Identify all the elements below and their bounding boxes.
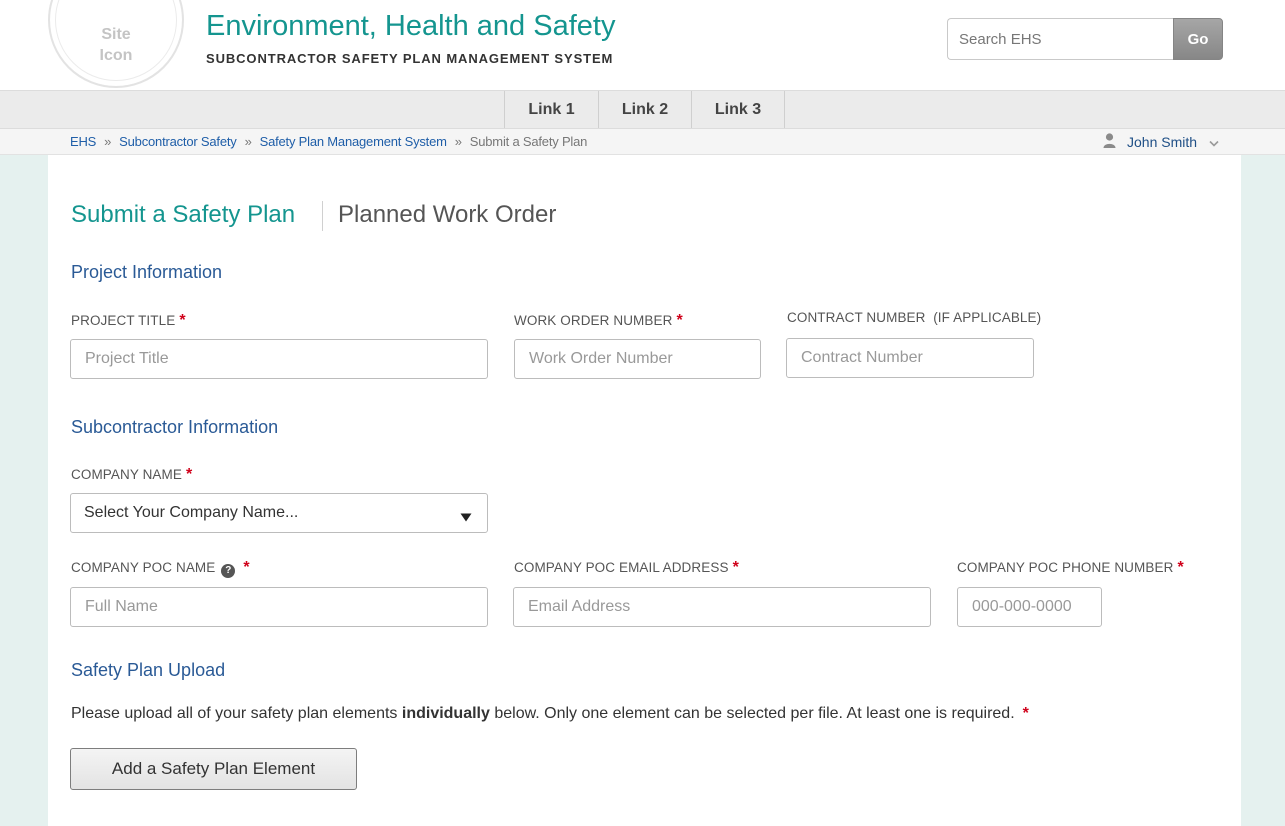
help-icon[interactable]: ? <box>221 564 236 578</box>
contract-number-label: CONTRACT NUMBER (IF APPLICABLE) <box>787 310 1042 325</box>
poc-phone-input[interactable] <box>957 587 1102 627</box>
breadcrumb-bar: EHS » Subcontractor Safety » Safety Plan Man… <box>0 129 1285 155</box>
upload-instructions: Please upload all of your safety plan el… <box>71 705 1029 723</box>
search-input[interactable] <box>947 18 1175 60</box>
app-title: Environment, Health and Safety <box>206 10 616 42</box>
nav-link-2[interactable]: Link 2 <box>598 91 691 128</box>
title-divider <box>322 201 323 231</box>
poc-phone-label: COMPANY POC PHONE NUMBER * <box>957 559 1184 577</box>
required-marker: * <box>185 466 193 483</box>
required-marker: * <box>676 312 683 329</box>
top-nav: Link 1 Link 2 Link 3 <box>0 90 1285 129</box>
instructions-text: Please upload all of your safety plan el… <box>71 705 402 722</box>
company-name-label: COMPANY NAME * <box>71 466 192 484</box>
content-panel <box>48 155 1241 826</box>
page-title: Submit a Safety Plan <box>71 201 296 228</box>
poc-email-label-text: COMPANY POC EMAIL ADDRESS <box>514 560 729 575</box>
company-name-label-text: COMPANY NAME <box>71 467 182 482</box>
breadcrumb-separator: » <box>244 134 252 149</box>
user-menu[interactable]: John Smith <box>1103 133 1219 151</box>
instructions-text-end: below. Only one element can be selected … <box>489 705 1015 722</box>
project-title-label: PROJECT TITLE * <box>71 312 186 330</box>
app-subtitle: SUBCONTRACTOR SAFETY PLAN MANAGEMENT SYS… <box>206 51 614 66</box>
poc-name-label: COMPANY POC NAME? * <box>71 559 250 578</box>
site-logo[interactable]: Site Icon <box>48 0 184 88</box>
nav-links: Link 1 Link 2 Link 3 <box>504 91 785 128</box>
work-order-input[interactable] <box>514 339 761 379</box>
breadcrumb-safety-plan-system[interactable]: Safety Plan Management System <box>260 134 447 149</box>
work-order-label: WORK ORDER NUMBER * <box>514 312 683 330</box>
page-subtitle: Planned Work Order <box>338 201 557 228</box>
search-go-button[interactable]: Go <box>1173 18 1223 60</box>
instructions-emphasis: individually <box>401 705 490 722</box>
breadcrumb-current: Submit a Safety Plan <box>469 134 588 149</box>
required-marker: * <box>243 559 250 576</box>
user-name: John Smith <box>1127 134 1198 150</box>
section-heading-subcontractor: Subcontractor Information <box>71 417 279 437</box>
company-name-select[interactable]: Select Your Company Name... <box>70 493 488 533</box>
contract-number-input[interactable] <box>786 338 1034 378</box>
required-marker: * <box>732 559 739 576</box>
breadcrumb-separator: » <box>454 134 462 149</box>
site-header: Site Icon Environment, Health and Safety… <box>0 0 1285 90</box>
poc-email-input[interactable] <box>513 587 931 627</box>
caret-down-icon <box>460 509 472 527</box>
nav-link-3[interactable]: Link 3 <box>691 91 785 128</box>
breadcrumb-separator: » <box>104 134 112 149</box>
user-icon <box>1103 133 1116 151</box>
required-marker: * <box>1177 559 1184 576</box>
poc-email-label: COMPANY POC EMAIL ADDRESS * <box>514 559 739 577</box>
breadcrumb-subcontractor-safety[interactable]: Subcontractor Safety <box>119 134 237 149</box>
breadcrumb: EHS » Subcontractor Safety » Safety Plan Man… <box>70 134 587 149</box>
poc-name-input[interactable] <box>70 587 488 627</box>
breadcrumb-ehs[interactable]: EHS <box>70 134 96 149</box>
site-icon-text: Site Icon <box>99 26 133 64</box>
chevron-down-icon <box>1209 134 1219 150</box>
company-name-selected-value: Select Your Company Name... <box>84 504 299 521</box>
nav-link-1[interactable]: Link 1 <box>504 91 598 128</box>
section-heading-upload: Safety Plan Upload <box>71 660 226 680</box>
add-safety-plan-element-button[interactable]: Add a Safety Plan Element <box>70 748 357 790</box>
work-order-label-text: WORK ORDER NUMBER <box>514 313 673 328</box>
poc-phone-label-text: COMPANY POC PHONE NUMBER <box>957 560 1174 575</box>
project-title-input[interactable] <box>70 339 488 379</box>
required-marker: * <box>1022 705 1029 722</box>
section-heading-project: Project Information <box>71 262 223 282</box>
project-title-label-text: PROJECT TITLE <box>71 313 176 328</box>
poc-name-label-text: COMPANY POC NAME <box>71 560 216 575</box>
required-marker: * <box>179 312 186 329</box>
